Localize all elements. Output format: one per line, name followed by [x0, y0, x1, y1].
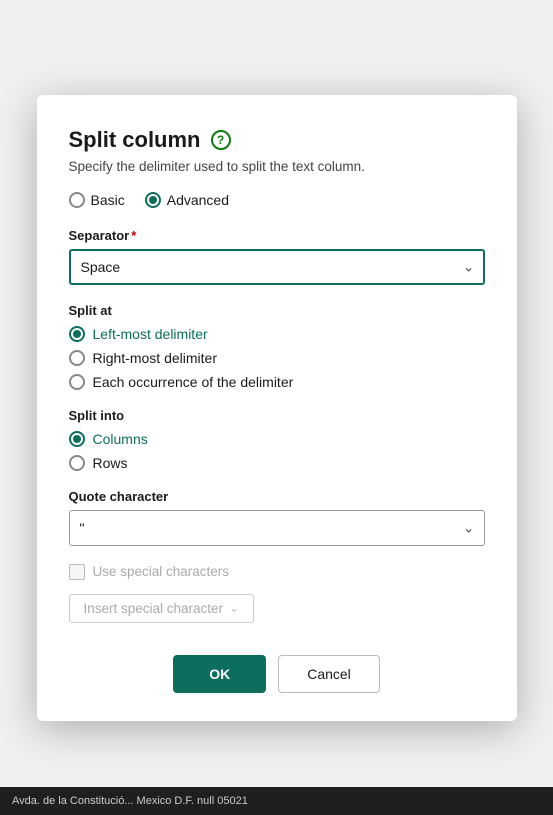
- split-into-label: Split into: [69, 408, 485, 423]
- split-into-columns-label[interactable]: Columns: [69, 431, 485, 447]
- split-at-rightmost-radio[interactable]: [69, 350, 85, 366]
- bottom-bar-text: Avda. de la Constitució... Mexico D.F. n…: [12, 795, 248, 807]
- mode-radio-group: Basic Advanced: [69, 192, 485, 208]
- split-at-label: Split at: [69, 303, 485, 318]
- split-into-radio-stack: Columns Rows: [69, 431, 485, 471]
- quote-character-field: Quote character " ' None ⌄: [69, 489, 485, 546]
- split-at-each-radio[interactable]: [69, 374, 85, 390]
- mode-basic-label[interactable]: Basic: [69, 192, 125, 208]
- quote-character-select-wrapper: " ' None ⌄: [69, 510, 485, 546]
- mode-advanced-label[interactable]: Advanced: [145, 192, 229, 208]
- split-at-leftmost-label[interactable]: Left-most delimiter: [69, 326, 485, 342]
- split-into-rows-label[interactable]: Rows: [69, 455, 485, 471]
- split-at-leftmost-text: Left-most delimiter: [93, 326, 208, 342]
- split-into-rows-text: Rows: [93, 455, 128, 471]
- quote-character-label: Quote character: [69, 489, 485, 504]
- split-into-columns-text: Columns: [93, 431, 148, 447]
- insert-special-char-button[interactable]: Insert special character ⌄: [69, 594, 255, 623]
- split-at-each-text: Each occurrence of the delimiter: [93, 374, 294, 390]
- split-column-dialog: Split column ? Specify the delimiter use…: [37, 95, 517, 721]
- split-at-radio-stack: Left-most delimiter Right-most delimiter…: [69, 326, 485, 390]
- use-special-chars-label: Use special characters: [93, 564, 230, 579]
- bottom-bar: Avda. de la Constitució... Mexico D.F. n…: [0, 787, 553, 815]
- use-special-chars-checkbox[interactable]: [69, 564, 85, 580]
- separator-select[interactable]: Space Comma Tab Semicolon Colon Custom: [69, 249, 485, 285]
- required-star: *: [131, 228, 136, 243]
- dialog-subtitle: Specify the delimiter used to split the …: [69, 159, 485, 174]
- split-at-each-label[interactable]: Each occurrence of the delimiter: [69, 374, 485, 390]
- insert-special-char-chevron-icon: ⌄: [229, 601, 239, 615]
- insert-special-char-label: Insert special character: [84, 601, 224, 616]
- mode-basic-text: Basic: [91, 192, 125, 208]
- help-icon[interactable]: ?: [211, 130, 231, 150]
- separator-field: Separator* Space Comma Tab Semicolon Col…: [69, 228, 485, 285]
- split-into-rows-radio[interactable]: [69, 455, 85, 471]
- mode-basic-radio[interactable]: [69, 192, 85, 208]
- split-at-leftmost-radio[interactable]: [69, 326, 85, 342]
- dialog-footer: OK Cancel: [69, 655, 485, 693]
- cancel-button[interactable]: Cancel: [278, 655, 380, 693]
- mode-advanced-text: Advanced: [167, 192, 229, 208]
- split-at-rightmost-label[interactable]: Right-most delimiter: [69, 350, 485, 366]
- dialog-header: Split column ?: [69, 127, 485, 153]
- dialog-title: Split column: [69, 127, 201, 153]
- mode-advanced-radio[interactable]: [145, 192, 161, 208]
- separator-label: Separator*: [69, 228, 485, 243]
- quote-character-select[interactable]: " ' None: [69, 510, 485, 546]
- split-into-columns-radio[interactable]: [69, 431, 85, 447]
- split-at-rightmost-text: Right-most delimiter: [93, 350, 217, 366]
- use-special-chars-row: Use special characters: [69, 564, 485, 580]
- split-at-section: Split at Left-most delimiter Right-most …: [69, 303, 485, 390]
- split-into-section: Split into Columns Rows: [69, 408, 485, 471]
- ok-button[interactable]: OK: [173, 655, 266, 693]
- separator-select-wrapper: Space Comma Tab Semicolon Colon Custom ⌄: [69, 249, 485, 285]
